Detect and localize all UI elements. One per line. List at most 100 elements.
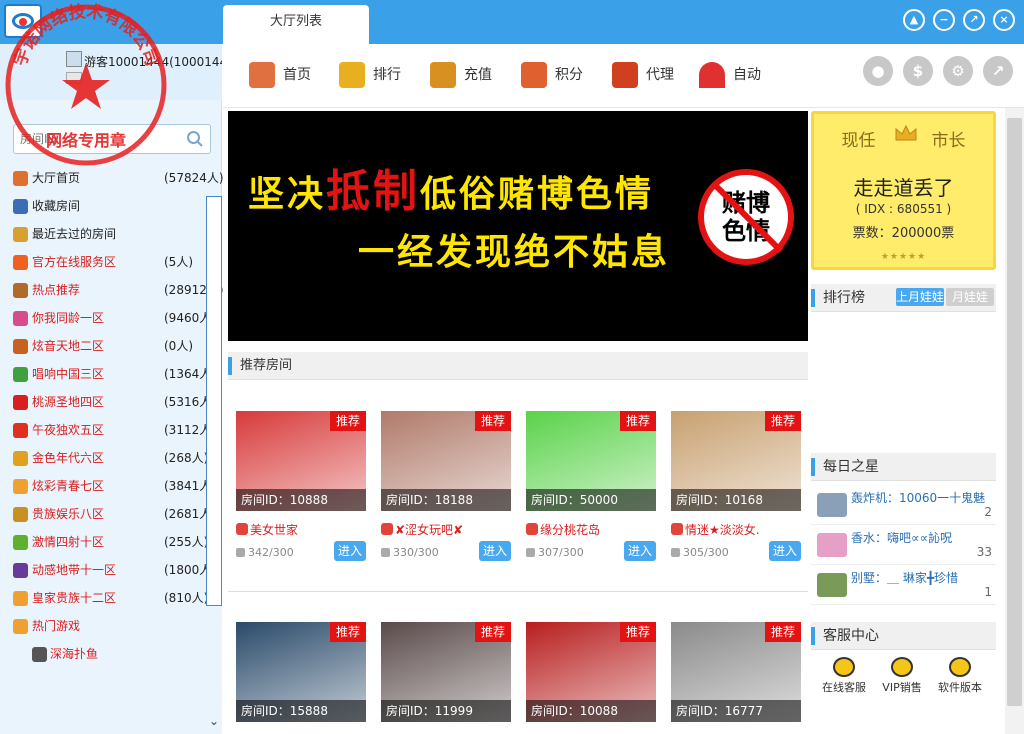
home-icon [13, 171, 28, 186]
room-item-label: 大厅首页 [32, 171, 81, 185]
daily-star-text: 轰炸机：10060一十鬼魅 [851, 491, 986, 505]
sidebar-room-item[interactable]: 激情四射十区 (255人) [0, 528, 208, 556]
face-icon [13, 479, 28, 494]
room-item-label: 唱响中国三区 [32, 367, 105, 381]
room-thumbnail[interactable]: 推荐 房间ID：11999 [381, 622, 511, 722]
skin-icon[interactable]: ▲ [903, 9, 925, 31]
banner[interactable]: 坚决抵制低俗赌博色情 一经发现绝不姑息 赌博色情 [228, 111, 808, 341]
room-id: 房间ID：10888 [236, 489, 366, 511]
enter-room-button[interactable]: 进入 [479, 541, 511, 561]
music-icon [13, 535, 28, 550]
mayor-name: 走走道丢了 [853, 176, 954, 200]
nav-label: 首页 [283, 67, 311, 83]
gift-icon [521, 62, 547, 88]
restore-icon[interactable]: ↗ [963, 9, 985, 31]
room-thumbnail[interactable]: 推荐 房间ID：10088 [526, 622, 656, 722]
sidebar-room-item[interactable]: 你我同龄一区 (9460人) [0, 304, 216, 332]
room-thumbnail[interactable]: 推荐房间ID：18188 [381, 411, 511, 511]
service-item[interactable]: 在线客服 [814, 657, 874, 695]
mayor-votes: 票数：200000票 [852, 226, 955, 241]
daily-star-row[interactable]: 轰炸机：10060一十鬼魅 2 [811, 485, 996, 525]
search-input[interactable] [20, 130, 180, 148]
sidebar-room-item[interactable]: 炫音天地二区 (0人) [0, 332, 206, 360]
qq-penguin-icon [949, 657, 971, 677]
sidebar-room-item[interactable]: 皇家贵族十二区 (810人) [0, 584, 209, 612]
sidebar-room-item[interactable]: 唱响中国三区 (1364人) [0, 360, 216, 388]
tab-month-doll[interactable]: 月娃娃 [946, 288, 994, 306]
room-item-label: 桃源圣地四区 [32, 395, 105, 409]
mayor-card[interactable]: 现任 市长 走走道丢了 ( IDX : 680551 ) 票数：200000票 ★… [811, 111, 996, 270]
sidebar-room-item[interactable]: 最近去过的房间 [0, 220, 206, 248]
daily-star-row[interactable]: 别墅：＿ 琳家╋珍惜 1 [811, 565, 996, 605]
room-name[interactable]: ✘涩女玩吧✘ [381, 521, 511, 538]
room-id: 房间ID：50000 [526, 489, 656, 511]
room-name[interactable]: 缘分桃花岛 [526, 521, 656, 538]
sidebar-room-item[interactable]: 贵族娱乐八区 (2681人) [0, 500, 216, 528]
room-capacity: 307/300 [526, 546, 584, 559]
room-id: 房间ID：10088 [526, 700, 656, 722]
enter-room-button[interactable]: 进入 [624, 541, 656, 561]
tab-last-month-doll[interactable]: 上月娃娃 [896, 288, 944, 306]
sidebar-room-item[interactable]: 金色年代六区 (268人) [0, 444, 208, 472]
recommend-badge: 推荐 [765, 622, 801, 642]
search-icon[interactable] [186, 130, 204, 148]
room-id: 房间ID：11999 [381, 700, 511, 722]
daily-star-row[interactable]: 香水：嗨吧∝∝訫呪 33 [811, 525, 996, 565]
room-name[interactable]: 美女世家 [236, 521, 366, 538]
room-capacity: 330/300 [381, 546, 439, 559]
sidebar-room-item[interactable]: 动感地带十一区 (1800人) [0, 556, 216, 584]
gear-icon[interactable]: ⚙ [943, 56, 973, 86]
main-scrollbar[interactable] [1005, 108, 1024, 734]
room-thumbnail[interactable]: 推荐 房间ID：10168 [671, 411, 801, 511]
room-thumbnail[interactable]: 推荐 房间ID：50000 [526, 411, 656, 511]
room-thumbnail[interactable]: 推荐 房间ID：10888 [236, 411, 366, 511]
sidebar-scroll-thumb[interactable] [206, 196, 222, 606]
sidebar-room-item[interactable]: 热点推荐 (28912人) [0, 276, 224, 304]
room-item-label: 深海扑鱼 [50, 647, 99, 661]
perfume-icon [817, 533, 847, 557]
service-item[interactable]: VIP销售 [872, 657, 932, 695]
daily-star-text: 别墅：＿ 琳家╋珍惜 [851, 571, 959, 585]
main-scroll-thumb[interactable] [1007, 118, 1022, 706]
room-thumbnail[interactable]: 推荐 房间ID：15888 [236, 622, 366, 722]
close-icon[interactable]: × [993, 9, 1015, 31]
daily-star-count: 33 [976, 545, 992, 559]
minimize-icon[interactable]: − [933, 9, 955, 31]
room-name-text: 缘分桃花岛 [540, 523, 601, 537]
room-item-label: 炫音天地二区 [32, 339, 105, 353]
service-item[interactable]: 软件版本 [930, 657, 990, 695]
room-thumbnail[interactable]: 推荐 房间ID：16777 [671, 622, 801, 722]
sidebar-room-item[interactable]: 大厅首页 (57824人) [0, 164, 224, 192]
dollar-icon[interactable]: $ [903, 56, 933, 86]
room-id: 房间ID：10168 [671, 489, 801, 511]
gamepad-icon [32, 647, 47, 662]
room-item-label: 热门游戏 [32, 619, 81, 633]
sidebar-room-item[interactable]: 深海扑鱼 [0, 640, 206, 668]
user-name: 游客10001444(1000144) [84, 55, 222, 69]
banner-line-2: 一经发现绝不姑息 [358, 232, 671, 273]
search-box[interactable] [13, 124, 211, 154]
room-name[interactable]: 情迷★淡淡女. [671, 521, 801, 538]
enter-room-button[interactable]: 进入 [334, 541, 366, 561]
sidebar-room-item[interactable]: 热门游戏 [0, 612, 206, 640]
user-avatar-icon [66, 51, 82, 67]
room-item-label: 激情四射十区 [32, 535, 105, 549]
room-list: 大厅首页 (57824人) 收藏房间 最近去过的房间 官方在线服务区 (5人) 热点推荐 (2… [0, 164, 224, 668]
chevron-down-icon[interactable]: ⌄ [209, 714, 219, 728]
room-item-count: (810人) [164, 591, 209, 605]
sidebar-room-item[interactable]: 午夜独欢五区 (3112人) [0, 416, 216, 444]
sidebar-room-item[interactable]: 桃源圣地四区 (5316人) [0, 388, 216, 416]
share-icon[interactable]: ↗ [983, 56, 1013, 86]
phone-icon [13, 311, 28, 326]
tab-hall-list[interactable]: 大厅列表 [223, 5, 369, 44]
room-item-label: 官方在线服务区 [32, 255, 117, 269]
sidebar-room-item[interactable]: 收藏房间 [0, 192, 206, 220]
enter-room-button[interactable]: 进入 [769, 541, 801, 561]
sidebar-scrollbar[interactable]: ⌄ [206, 196, 222, 734]
divider [228, 591, 808, 592]
recommend-badge: 推荐 [475, 411, 511, 431]
sidebar-room-item[interactable]: 炫彩青春七区 (3841人) [0, 472, 216, 500]
user-icon[interactable]: ● [863, 56, 893, 86]
sidebar-room-item[interactable]: 官方在线服务区 (5人) [0, 248, 206, 276]
room-id: 房间ID：18188 [381, 489, 511, 511]
